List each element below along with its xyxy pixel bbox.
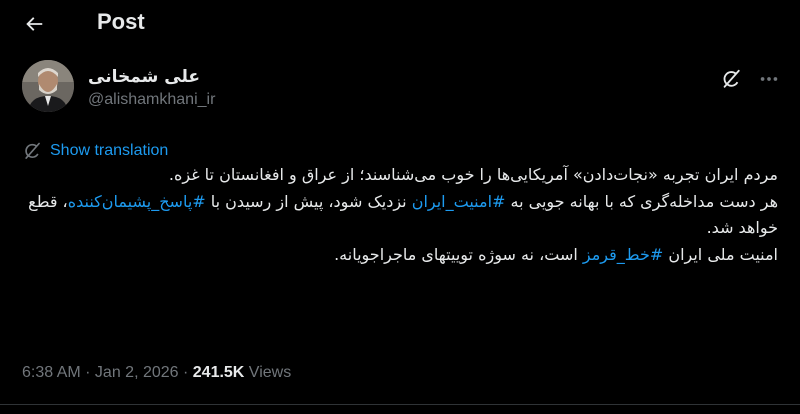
divider [0,404,800,405]
avatar[interactable] [22,60,74,112]
tweet-paragraph-1: مردم ایران تجربه «نجات‌دادن» آمریکایی‌ها… [168,165,778,184]
more-horizontal-icon [760,77,778,81]
tweet-text: مردم ایران تجربه «نجات‌دادن» آمریکایی‌ها… [22,162,778,268]
tweet-text-segment: هر دست مداخله‌گری که با بهانه جویی به [505,191,779,211]
timestamp-date[interactable]: Jan 2, 2026 [95,364,179,382]
tweet-text-segment: امنیت ملی ایران [663,244,778,264]
show-translation-label: Show translation [50,142,169,159]
tweet-paragraph-3: امنیت ملی ایران #خط_قرمز است، نه سوژه تو… [22,242,778,269]
page-title: Post [97,9,145,34]
hashtag-link[interactable]: #امنیت_ایران [412,192,506,211]
top-bar: Post [0,0,800,48]
grok-icon [723,69,740,88]
grok-button[interactable] [716,64,746,94]
show-translation-link[interactable]: Show translation [22,141,168,161]
more-options-button[interactable] [754,64,784,94]
tweet-text-segment: نزدیک شود، پیش از رسیدن با [205,191,412,211]
views-count: 241.5K [192,364,245,381]
avatar-image [22,60,74,112]
translate-icon [25,142,40,159]
author-handle[interactable]: @alishamkhani_ir [88,91,215,109]
tweet-meta: 6:38 AM · Jan 2, 2026 · 241.5K Views [22,364,291,382]
tweet-text-segment: است، نه سوژه توییتهای ماجراجویانه. [334,244,583,264]
hashtag-link[interactable]: #پاسخ_پشیمان‌کننده [68,192,206,211]
meta-separator: · [80,364,95,381]
timestamp-time[interactable]: 6:38 AM [22,364,81,382]
author-display-name[interactable]: علی شمخانی [88,67,200,87]
tweet-paragraph-2: هر دست مداخله‌گری که با بهانه جویی به #ا… [22,189,778,242]
back-button[interactable] [16,6,52,42]
arrow-left-icon [26,17,43,31]
views-label: Views [244,364,292,381]
hashtag-link[interactable]: #خط_قرمز [583,245,663,264]
meta-separator: · [178,364,193,381]
